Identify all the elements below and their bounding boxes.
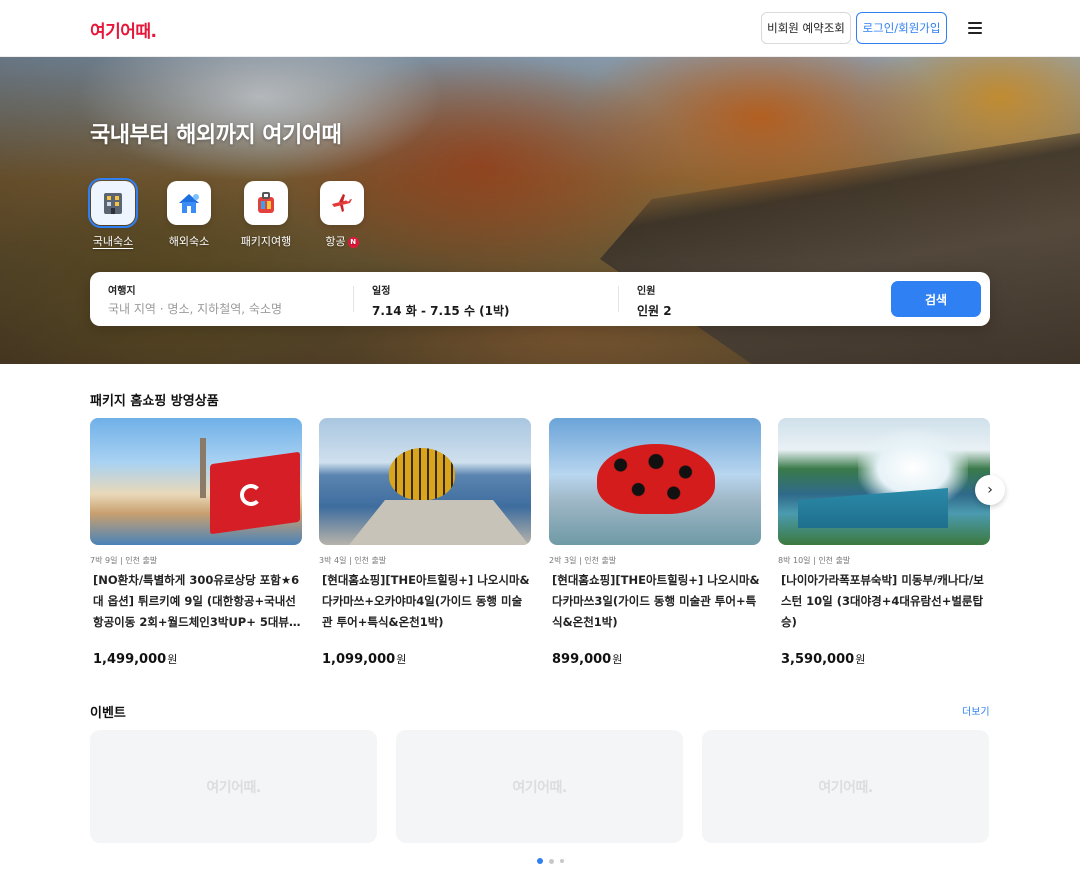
package-card[interactable]: 7박 9일 | 인천 출발 [NO환차/특별하게 300유로상당 포함★6대 옵… — [90, 418, 302, 667]
placeholder-logo: 여기어때. — [818, 779, 873, 796]
guests-value: 인원 2 — [637, 304, 672, 318]
category-overseas-stay[interactable]: 해외숙소 — [159, 181, 219, 249]
card-meta: 7박 9일 | 인천 출발 — [90, 556, 158, 565]
events-pagination — [537, 858, 564, 864]
hero-title: 국내부터 해외까지 여기어때 — [90, 123, 342, 148]
category-label: 국내숙소 — [92, 235, 134, 248]
new-badge: N — [347, 237, 359, 248]
divider — [618, 286, 619, 312]
top-header: 여기어때. 비회원 예약조회 로그인/회원가입 — [0, 0, 1080, 57]
card-price: 899,000원 — [552, 652, 623, 667]
hero-banner: 국내부터 해외까지 여기어때 국내숙소 해외숙소 패키지여행 항공N 여행지 일… — [0, 57, 1080, 364]
category-label: 해외숙소 — [168, 235, 210, 248]
category-label: 항공 N — [325, 233, 359, 249]
guests-field[interactable]: 인원 인원 2 — [637, 282, 672, 318]
logo[interactable]: 여기어때. — [90, 17, 157, 42]
category-domestic-stay[interactable]: 국내숙소 — [83, 178, 143, 249]
event-card-placeholder[interactable]: 여기어때. — [396, 730, 683, 843]
category-package-tour[interactable]: 패키지여행 — [236, 181, 296, 249]
pagination-dot[interactable] — [537, 858, 543, 864]
category-label: 패키지여행 — [240, 235, 292, 248]
pagination-dot[interactable] — [549, 858, 554, 864]
card-meta: 8박 10일 | 인천 출발 — [778, 556, 851, 565]
carousel-next-button[interactable]: › — [975, 475, 1005, 505]
schedule-label: 일정 — [372, 286, 391, 297]
card-title: [현대홈쇼핑][THE아트힐링+] 나오시마&다카마쓰+오카야마4일(가이드 동… — [322, 573, 530, 629]
card-price: 1,099,000원 — [322, 652, 407, 667]
search-bar: 여행지 일정 7.14 화 - 7.15 수 (1박) 인원 인원 2 검색 — [90, 272, 990, 326]
event-card-placeholder[interactable]: 여기어때. — [702, 730, 989, 843]
card-price: 3,590,000원 — [781, 652, 866, 667]
destination-input[interactable] — [108, 302, 338, 316]
login-signup-button[interactable]: 로그인/회원가입 — [856, 12, 947, 44]
schedule-field[interactable]: 일정 7.14 화 - 7.15 수 (1박) — [372, 282, 510, 318]
package-tour-icon — [244, 181, 288, 225]
hamburger-menu-icon[interactable] — [968, 22, 982, 34]
card-title: [현대홈쇼핑][THE아트힐링+] 나오시마&다카마쓰3일(가이드 동행 미술관… — [552, 573, 760, 629]
event-card-placeholder[interactable]: 여기어때. — [90, 730, 377, 843]
airplane-icon — [320, 181, 364, 225]
card-image-red-pumpkin — [549, 418, 761, 545]
events-more-link[interactable]: 더보기 — [962, 703, 990, 718]
guests-label: 인원 — [637, 286, 656, 297]
placeholder-logo: 여기어때. — [512, 779, 567, 796]
search-button[interactable]: 검색 — [891, 281, 981, 317]
placeholder-logo: 여기어때. — [206, 779, 261, 796]
card-title: [NO환차/특별하게 300유로상당 포함★6대 옵션] 튀르키예 9일 (대한… — [93, 573, 300, 629]
card-meta: 3박 4일 | 인천 출발 — [319, 556, 387, 565]
card-price: 1,499,000원 — [93, 652, 178, 667]
card-image-yellow-pumpkin — [319, 418, 531, 545]
domestic-stay-icon — [88, 178, 138, 228]
overseas-stay-icon — [167, 181, 211, 225]
destination-label: 여행지 — [108, 286, 136, 297]
package-card[interactable]: 3박 4일 | 인천 출발 [현대홈쇼핑][THE아트힐링+] 나오시마&다카마… — [319, 418, 531, 667]
package-section-title: 패키지 홈쇼핑 방영상품 — [90, 394, 219, 409]
guest-reservation-button[interactable]: 비회원 예약조회 — [761, 12, 851, 44]
destination-field[interactable]: 여행지 — [108, 282, 338, 316]
divider — [353, 286, 354, 312]
card-meta: 2박 3일 | 인천 출발 — [549, 556, 617, 565]
category-flight[interactable]: 항공 N — [312, 181, 372, 249]
package-card[interactable]: 8박 10일 | 인천 출발 [나이아가라폭포뷰숙박] 미동부/캐나다/보스턴 … — [778, 418, 990, 667]
package-card[interactable]: 2박 3일 | 인천 출발 [현대홈쇼핑][THE아트힐링+] 나오시마&다카마… — [549, 418, 761, 667]
card-title: [나이아가라폭포뷰숙박] 미동부/캐나다/보스턴 10일 (3대야경+4대유람선… — [781, 573, 984, 629]
schedule-value: 7.14 화 - 7.15 수 (1박) — [372, 304, 510, 318]
pagination-dot[interactable] — [560, 859, 564, 863]
card-image-niagara-falls — [778, 418, 990, 545]
card-image-istanbul — [90, 418, 302, 545]
chevron-right-icon: › — [987, 482, 993, 498]
events-section-title: 이벤트 — [90, 706, 126, 721]
